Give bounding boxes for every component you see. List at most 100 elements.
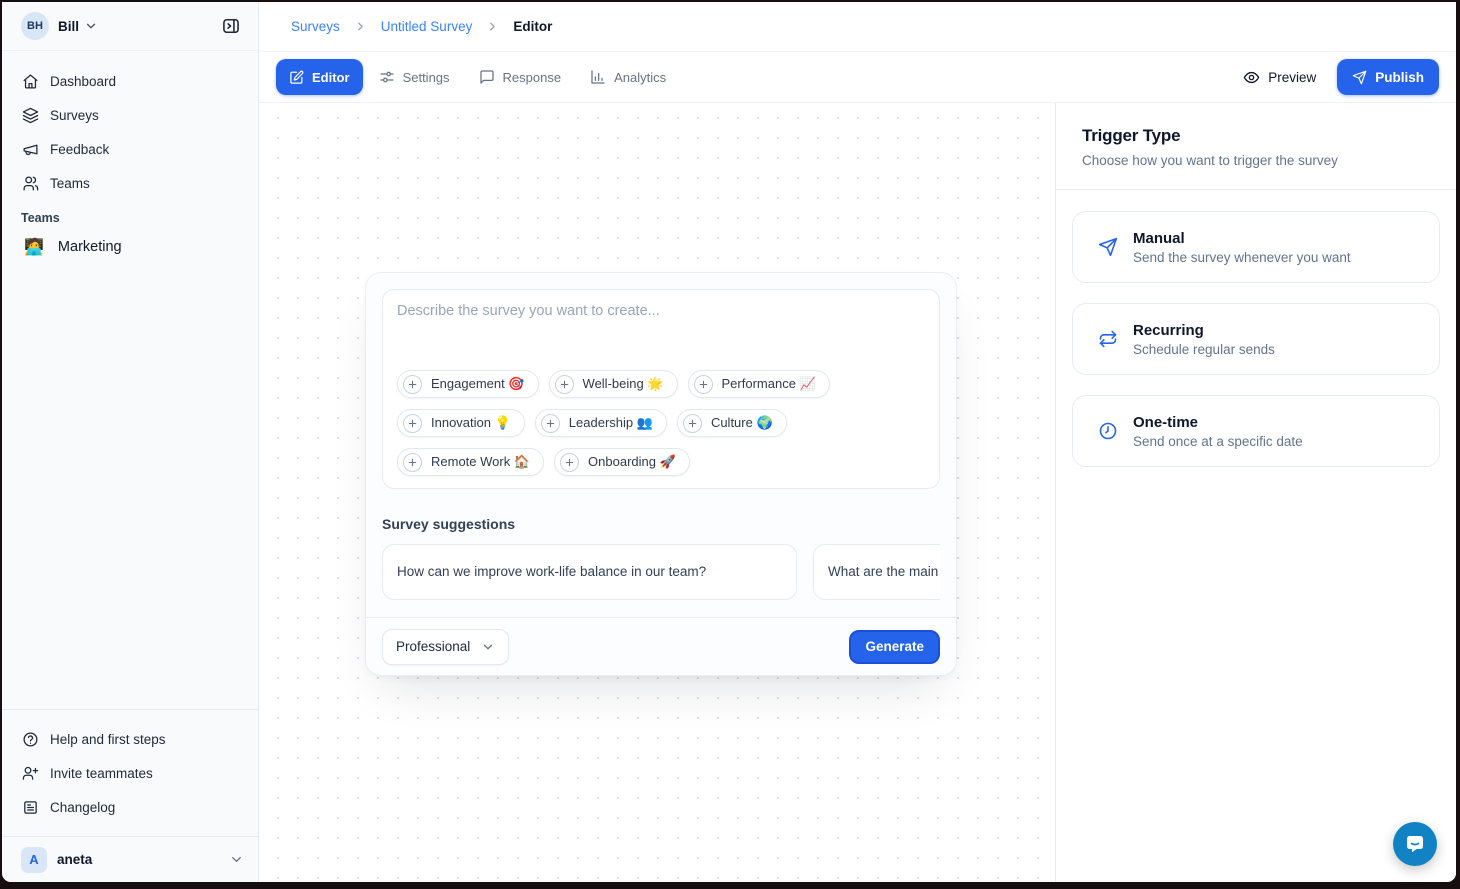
trigger-option-title: Recurring <box>1133 322 1275 339</box>
editor-toolbar: Editor Settings Response <box>259 52 1456 103</box>
sidebar-item-label: Surveys <box>50 108 99 123</box>
chip-label: Culture 🌍 <box>711 415 773 431</box>
workspace-switcher[interactable]: BH Bill <box>21 12 98 40</box>
user-plus-icon <box>22 765 39 782</box>
tab-settings[interactable]: Settings <box>366 59 463 95</box>
sidebar-item-label: Teams <box>50 176 90 191</box>
generator-footer: Professional Generate <box>366 617 956 675</box>
plus-icon <box>541 414 560 433</box>
main-area: Surveys Untitled Survey Editor Editor <box>259 2 1456 882</box>
workspace-name: Bill <box>58 19 79 34</box>
editor-canvas[interactable]: Engagement 🎯 Well-being 🌟 Performance 📈 <box>259 103 1055 882</box>
send-icon <box>1352 70 1367 85</box>
chat-launcher-button[interactable] <box>1393 822 1437 866</box>
breadcrumb-untitled-survey[interactable]: Untitled Survey <box>381 19 473 34</box>
topic-chip-performance[interactable]: Performance 📈 <box>688 370 830 398</box>
toolbar-actions: Preview Publish <box>1243 59 1439 95</box>
generate-button[interactable]: Generate <box>849 630 940 664</box>
tab-label: Response <box>503 70 562 85</box>
plus-icon <box>403 414 422 433</box>
preview-button[interactable]: Preview <box>1243 69 1316 86</box>
sidebar-item-invite[interactable]: Invite teammates <box>14 756 246 790</box>
eye-icon <box>1243 69 1260 86</box>
trigger-panel-title: Trigger Type <box>1082 126 1430 146</box>
sidebar-item-changelog[interactable]: Changelog <box>14 790 246 824</box>
sidebar-item-dashboard[interactable]: Dashboard <box>14 64 246 98</box>
chip-label: Well-being 🌟 <box>583 376 664 392</box>
chip-label: Remote Work 🏠 <box>431 454 530 470</box>
teams-section-label: Teams <box>14 211 246 225</box>
survey-generator-card: Engagement 🎯 Well-being 🌟 Performance 📈 <box>365 272 957 676</box>
trigger-option-text: Recurring Schedule regular sends <box>1133 322 1275 357</box>
megaphone-icon <box>22 141 39 158</box>
trigger-panel-subtitle: Choose how you want to trigger the surve… <box>1082 153 1430 168</box>
topic-chip-remote-work[interactable]: Remote Work 🏠 <box>397 448 544 476</box>
chevron-down-icon <box>229 852 244 867</box>
tone-select[interactable]: Professional <box>382 629 509 665</box>
trigger-options: Manual Send the survey whenever you want… <box>1056 190 1456 488</box>
chip-label: Engagement 🎯 <box>431 376 525 392</box>
publish-button[interactable]: Publish <box>1337 59 1439 95</box>
topic-chip-onboarding[interactable]: Onboarding 🚀 <box>554 448 690 476</box>
sidebar-item-teams[interactable]: Teams <box>14 166 246 200</box>
technologist-emoji: 🧑‍💻 <box>24 237 44 257</box>
sidebar-item-help[interactable]: Help and first steps <box>14 722 246 756</box>
topic-chip-leadership[interactable]: Leadership 👥 <box>535 409 667 437</box>
topic-chip-culture[interactable]: Culture 🌍 <box>677 409 787 437</box>
chat-bubble-icon <box>1403 832 1427 856</box>
topic-chip-well-being[interactable]: Well-being 🌟 <box>549 370 678 398</box>
trigger-option-recurring[interactable]: Recurring Schedule regular sends <box>1072 303 1440 375</box>
suggestion-card-1[interactable]: How can we improve work-life balance in … <box>382 544 797 600</box>
chevron-right-icon <box>354 20 367 33</box>
survey-prompt-input[interactable] <box>397 303 925 370</box>
chevron-down-icon <box>481 640 495 654</box>
workspace-avatar: BH <box>21 12 49 40</box>
trigger-panel-header: Trigger Type Choose how you want to trig… <box>1056 103 1456 190</box>
sliders-icon <box>379 69 395 85</box>
trigger-option-one-time[interactable]: One-time Send once at a specific date <box>1072 395 1440 467</box>
tab-label: Editor <box>312 70 350 85</box>
chip-label: Leadership 👥 <box>569 415 653 431</box>
suggestions-title: Survey suggestions <box>382 516 940 532</box>
trigger-option-description: Schedule regular sends <box>1133 342 1275 357</box>
chevron-right-icon <box>486 20 499 33</box>
account-menu[interactable]: A aneta <box>2 836 258 882</box>
suggestion-card-2[interactable]: What are the main ob <box>813 544 940 600</box>
sidebar-item-feedback[interactable]: Feedback <box>14 132 246 166</box>
trigger-option-title: One-time <box>1133 414 1303 431</box>
trigger-option-text: Manual Send the survey whenever you want <box>1133 230 1351 265</box>
breadcrumb-surveys[interactable]: Surveys <box>291 19 340 34</box>
user-name: aneta <box>57 852 92 867</box>
topic-chip-innovation[interactable]: Innovation 💡 <box>397 409 525 437</box>
window-frame: BH Bill Dashboard <box>0 0 1460 889</box>
tone-select-value: Professional <box>396 639 470 654</box>
sidebar: BH Bill Dashboard <box>2 2 259 882</box>
trigger-option-manual[interactable]: Manual Send the survey whenever you want <box>1072 211 1440 283</box>
plus-icon <box>403 453 422 472</box>
topic-chip-engagement[interactable]: Engagement 🎯 <box>397 370 539 398</box>
content-area: Engagement 🎯 Well-being 🌟 Performance 📈 <box>259 103 1456 882</box>
suggestions-row: How can we improve work-life balance in … <box>382 544 940 600</box>
sidebar-item-marketing[interactable]: 🧑‍💻 Marketing <box>14 228 246 266</box>
tab-label: Analytics <box>614 70 666 85</box>
preview-label: Preview <box>1268 70 1316 85</box>
sidebar-spacer <box>2 266 258 709</box>
trigger-panel: Trigger Type Choose how you want to trig… <box>1055 103 1456 882</box>
tab-editor[interactable]: Editor <box>276 59 363 95</box>
trigger-option-title: Manual <box>1133 230 1351 247</box>
chip-label: Onboarding 🚀 <box>588 454 676 470</box>
tab-label: Settings <box>403 70 450 85</box>
tab-analytics[interactable]: Analytics <box>577 59 679 95</box>
chevron-down-icon <box>84 19 98 33</box>
survey-prompt-box[interactable]: Engagement 🎯 Well-being 🌟 Performance 📈 <box>382 289 940 489</box>
plus-icon <box>694 375 713 394</box>
pencil-square-icon <box>289 70 304 85</box>
panel-collapse-icon <box>221 16 241 36</box>
home-icon <box>22 73 39 90</box>
sidebar-item-surveys[interactable]: Surveys <box>14 98 246 132</box>
tab-response[interactable]: Response <box>466 59 575 95</box>
app-window: BH Bill Dashboard <box>2 2 1456 882</box>
sidebar-collapse-button[interactable] <box>216 11 246 41</box>
sidebar-header: BH Bill <box>2 2 258 51</box>
sidebar-nav: Dashboard Surveys Feedback <box>2 51 258 266</box>
